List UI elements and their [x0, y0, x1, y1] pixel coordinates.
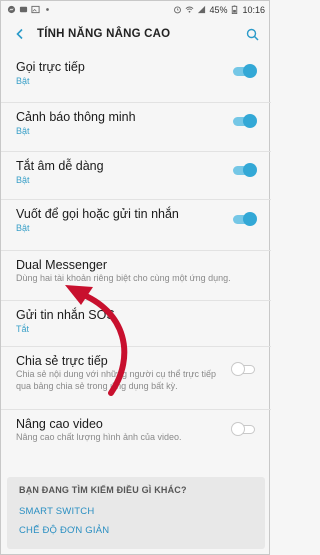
- message-icon: [19, 6, 28, 13]
- setting-smart-alert[interactable]: Cảnh báo thông minh Bật: [1, 103, 271, 152]
- setting-status: Bật: [16, 223, 30, 233]
- setting-dual-messenger[interactable]: Dual Messenger Dùng hai tài khoản riêng …: [1, 251, 271, 301]
- setting-title: Dual Messenger: [16, 258, 108, 272]
- video-enhancer-toggle[interactable]: [231, 422, 257, 436]
- direct-call-toggle[interactable]: [231, 64, 257, 78]
- smart-alert-toggle[interactable]: [231, 114, 257, 128]
- setting-easy-mute[interactable]: Tắt âm dễ dàng Bật: [1, 152, 271, 200]
- app-bar: TÍNH NĂNG NÂNG CAO: [1, 18, 271, 50]
- status-bar: 45% 10:16: [1, 1, 271, 18]
- direct-share-toggle[interactable]: [231, 362, 257, 376]
- clock: 10:16: [242, 4, 265, 15]
- messenger-icon: [7, 5, 16, 14]
- status-right-icons: 45% 10:16: [173, 5, 265, 15]
- easy-mode-link[interactable]: CHẾ ĐỘ ĐƠN GIẢN: [19, 525, 253, 536]
- setting-title: Gửi tin nhắn SOS: [16, 308, 115, 322]
- phone-screen: 45% 10:16 TÍNH NĂNG NÂNG CAO Gọi trực ti…: [0, 0, 271, 555]
- setting-direct-share[interactable]: Chia sẻ trực tiếp Chia sẻ nội dung với n…: [1, 347, 271, 410]
- easy-mute-toggle[interactable]: [231, 163, 257, 177]
- setting-title: Nâng cao video: [16, 417, 103, 431]
- setting-status: Bật: [16, 76, 30, 86]
- setting-description: Dùng hai tài khoản riêng biệt cho cùng m…: [16, 273, 231, 283]
- battery-icon: [232, 5, 238, 14]
- setting-title: Vuốt để gọi hoặc gửi tin nhắn: [16, 207, 179, 221]
- setting-status: Tắt: [16, 324, 30, 334]
- setting-description: Nâng cao chất lượng hình ảnh của video.: [16, 432, 182, 442]
- settings-list: Gọi trực tiếp Bật Cảnh báo thông minh Bậ…: [1, 53, 271, 463]
- setting-title: Tắt âm dễ dàng: [16, 159, 104, 173]
- back-button[interactable]: [11, 25, 29, 43]
- suggestion-heading: BẠN ĐANG TÌM KIẾM ĐIỀU GÌ KHÁC?: [19, 485, 187, 495]
- gallery-icon: [31, 5, 40, 14]
- suggestion-card: BẠN ĐANG TÌM KIẾM ĐIỀU GÌ KHÁC? SMART SW…: [7, 477, 265, 549]
- more-notifications-icon: [46, 8, 49, 11]
- wifi-icon: [186, 6, 194, 13]
- setting-status: Bật: [16, 175, 30, 185]
- setting-title: Cảnh báo thông minh: [16, 110, 136, 124]
- smart-switch-link[interactable]: SMART SWITCH: [19, 506, 253, 517]
- battery-percent: 45%: [209, 4, 228, 15]
- status-left-icons: [7, 5, 52, 14]
- setting-title: Chia sẻ trực tiếp: [16, 354, 108, 368]
- alarm-icon: [174, 6, 182, 14]
- setting-swipe-to-call[interactable]: Vuốt để gọi hoặc gửi tin nhắn Bật: [1, 200, 271, 251]
- search-icon: [246, 28, 259, 41]
- swipe-to-call-toggle[interactable]: [231, 212, 257, 226]
- setting-title: Gọi trực tiếp: [16, 60, 85, 74]
- setting-sos-message[interactable]: Gửi tin nhắn SOS Tắt: [1, 301, 271, 347]
- signal-icon: [198, 5, 206, 14]
- page-title: TÍNH NĂNG NÂNG CAO: [37, 28, 171, 40]
- setting-status: Bật: [16, 126, 30, 136]
- setting-direct-call[interactable]: Gọi trực tiếp Bật: [1, 53, 271, 103]
- chevron-left-icon: [16, 28, 23, 40]
- search-button[interactable]: [243, 25, 261, 43]
- setting-description: Chia sẻ nội dung với những người cụ thể …: [16, 369, 216, 391]
- setting-video-enhancer[interactable]: Nâng cao video Nâng cao chất lượng hình …: [1, 410, 271, 463]
